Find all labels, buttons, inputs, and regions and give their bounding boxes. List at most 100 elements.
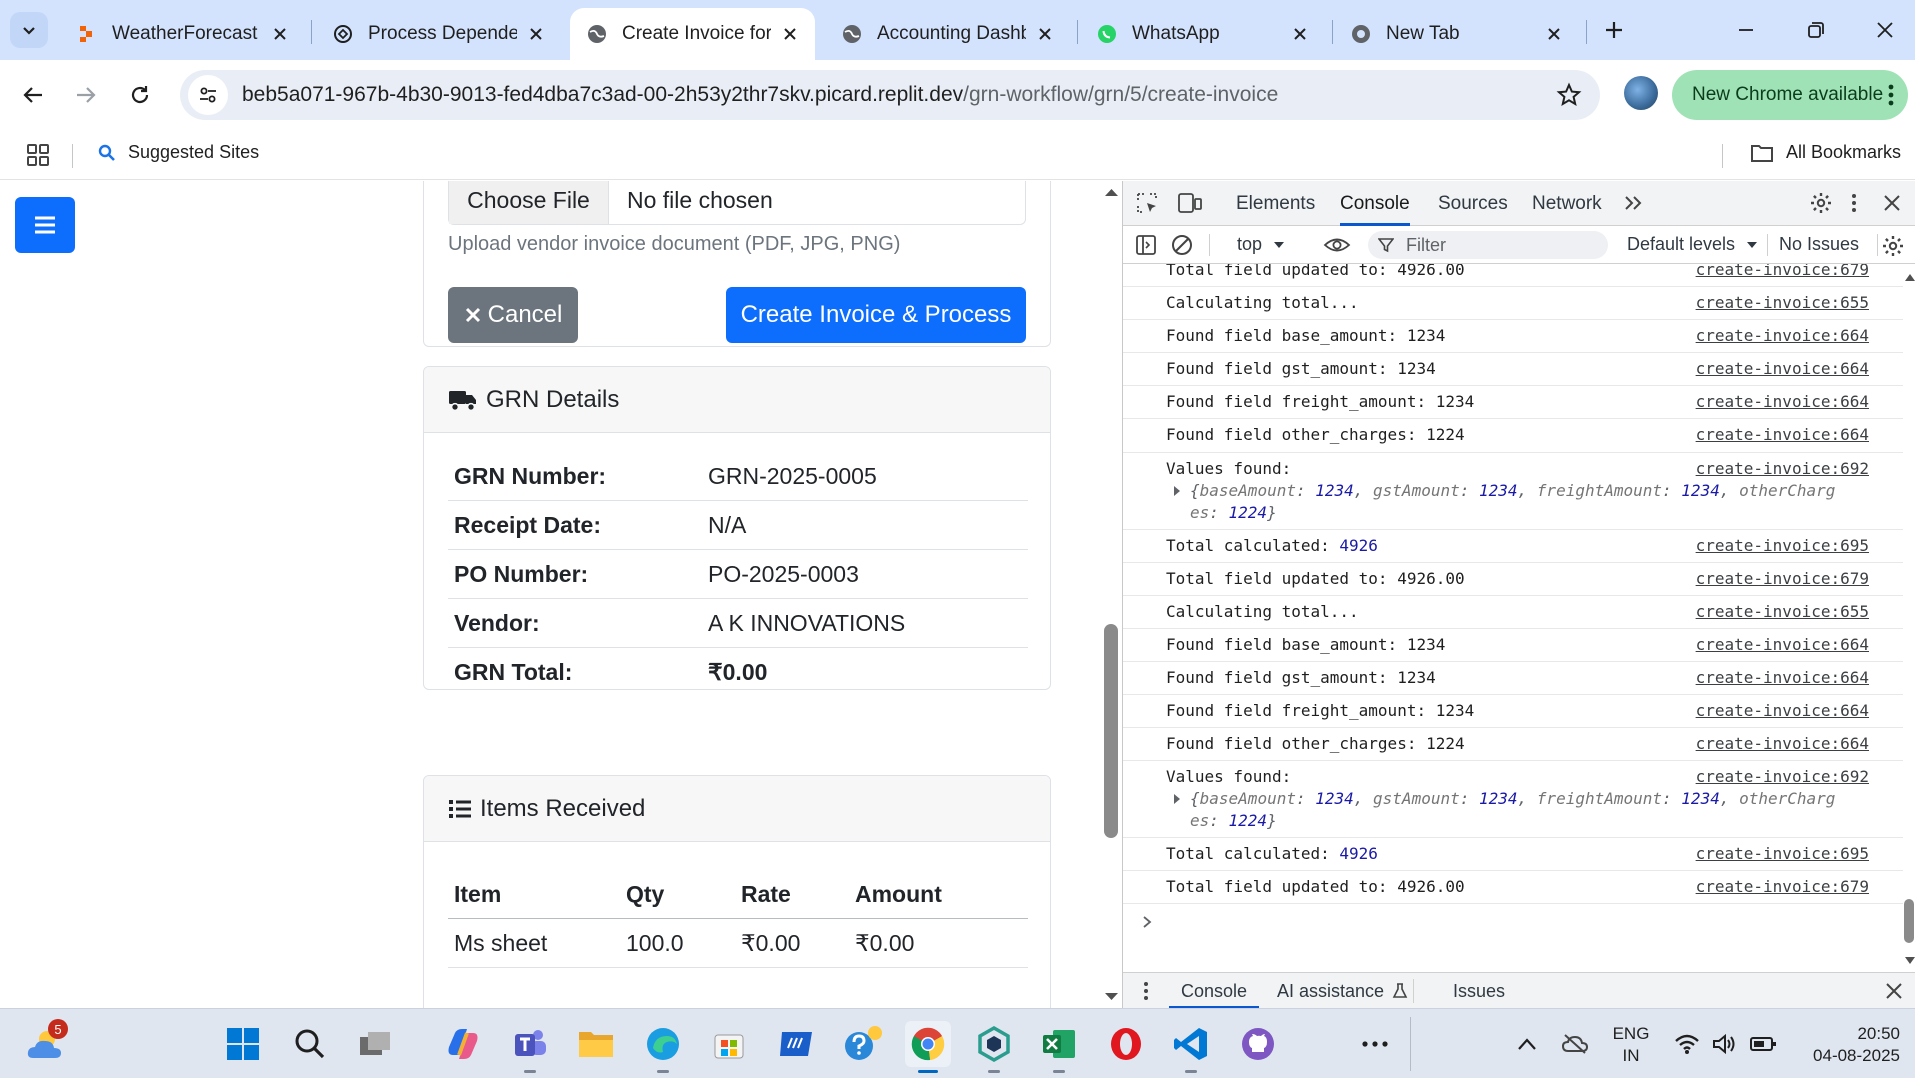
page-scrollbar[interactable] [1101,181,1122,1008]
taskbar-github-desktop[interactable] [1235,1021,1281,1067]
page-scroll-thumb[interactable] [1104,624,1118,838]
context-selector[interactable]: top [1237,234,1286,255]
apps-grid-icon[interactable] [26,143,50,172]
devtools-tab-console[interactable]: Console [1340,181,1410,226]
onedrive-tray-icon[interactable] [1552,1021,1598,1067]
tab-create-invoice[interactable]: Create Invoice for [570,8,815,60]
language-indicator[interactable]: ENG IN [1606,1023,1656,1067]
close-icon[interactable] [1543,23,1565,45]
log-source-link[interactable]: create-invoice:664 [1696,425,1869,444]
kebab-menu-icon[interactable] [1888,84,1894,112]
cancel-button[interactable]: Cancel [448,287,578,343]
log-source-link[interactable]: create-invoice:664 [1696,701,1869,720]
minimize-button[interactable] [1716,8,1776,52]
log-levels-dropdown[interactable]: Default levels [1627,234,1759,255]
log-source-link[interactable]: create-invoice:679 [1696,264,1869,279]
drawer-tab-console[interactable]: Console [1168,973,1260,1009]
reload-button[interactable] [121,76,159,114]
console-filter-input[interactable]: Filter [1368,231,1608,259]
bookmark-star-icon[interactable] [1556,82,1582,113]
object-preview[interactable]: {baseAmount: 1234, gstAmount: 1234, frei… [1190,481,1835,500]
restore-button[interactable] [1786,8,1846,52]
log-source-link[interactable]: create-invoice:655 [1696,602,1869,621]
address-bar[interactable]: beb5a071-967b-4b30-9013-fed4dba7c3ad-00-… [180,70,1600,120]
log-source-link[interactable]: create-invoice:692 [1696,459,1869,478]
issues-counter[interactable]: No Issues [1779,234,1859,255]
log-source-link[interactable]: create-invoice:655 [1696,293,1869,312]
close-icon[interactable] [269,23,291,45]
expand-object-icon[interactable] [1174,794,1180,804]
device-toolbar-icon[interactable] [1177,191,1203,215]
taskbar-get-help[interactable] [840,1021,886,1067]
log-source-link[interactable]: create-invoice:664 [1696,668,1869,687]
taskbar-vscode[interactable] [1168,1021,1214,1073]
taskbar-teams[interactable] [507,1021,553,1073]
create-invoice-button[interactable]: Create Invoice & Process [726,287,1026,343]
tab-process-dependencies[interactable]: Process Dependen [316,8,561,60]
taskbar-store[interactable] [706,1021,752,1067]
log-source-link[interactable]: create-invoice:664 [1696,359,1869,378]
tab-new-tab[interactable]: New Tab [1334,8,1579,60]
all-bookmarks-button[interactable]: All Bookmarks [1750,142,1901,163]
log-source-link[interactable]: create-invoice:679 [1696,877,1869,896]
close-icon[interactable] [525,23,547,45]
taskbar-file-explorer[interactable] [573,1021,619,1067]
devtools-tab-elements[interactable]: Elements [1236,181,1315,226]
tab-whatsapp[interactable]: WhatsApp [1080,8,1325,60]
taskbar-myhp[interactable] [773,1021,819,1067]
start-button[interactable] [220,1021,266,1067]
inspect-element-icon[interactable] [1135,191,1159,215]
devtools-tab-sources[interactable]: Sources [1438,181,1508,226]
taskbar-overflow[interactable] [1352,1021,1398,1067]
console-scroll-down-icon[interactable] [1904,953,1915,971]
console-scroll-up-icon[interactable] [1904,269,1915,287]
log-source-link[interactable]: create-invoice:679 [1696,569,1869,588]
log-source-link[interactable]: create-invoice:695 [1696,536,1869,555]
taskbar-search-button[interactable] [287,1021,333,1067]
scroll-down-arrow-icon[interactable] [1101,990,1122,1004]
console-settings-gear-icon[interactable] [1881,234,1905,258]
close-drawer-icon[interactable] [1885,982,1903,1000]
sidebar-toggle-icon[interactable] [1135,234,1157,256]
forward-button[interactable] [67,76,105,114]
task-view-button[interactable] [352,1021,398,1067]
back-button[interactable] [14,76,52,114]
more-tabs-icon[interactable] [1623,193,1643,213]
expand-object-icon[interactable] [1174,486,1180,496]
tab-accounting-dashboard[interactable]: Accounting Dashb [825,8,1070,60]
site-info-button[interactable] [188,75,228,115]
log-source-link[interactable]: create-invoice:664 [1696,326,1869,345]
clear-console-icon[interactable] [1171,234,1193,256]
log-source-link[interactable]: create-invoice:664 [1696,635,1869,654]
profile-avatar[interactable] [1624,76,1658,110]
log-source-link[interactable]: create-invoice:695 [1696,844,1869,863]
close-window-button[interactable] [1855,8,1915,52]
close-devtools-icon[interactable] [1883,194,1901,212]
drawer-tab-issues[interactable]: Issues [1453,973,1505,1009]
bookmark-suggested-sites[interactable]: Suggested Sites [98,142,259,163]
taskbar-copilot[interactable] [440,1021,486,1067]
log-source-link[interactable]: create-invoice:664 [1696,734,1869,753]
taskbar-excel[interactable] [1036,1021,1082,1073]
new-tab-button[interactable] [1597,12,1631,48]
log-source-link[interactable]: create-invoice:692 [1696,767,1869,786]
devtools-tab-network[interactable]: Network [1532,181,1602,226]
tab-weatherforecast[interactable]: WeatherForecast - [60,8,305,60]
show-hidden-icons-button[interactable] [1504,1021,1550,1067]
console-prompt[interactable] [1141,914,1153,933]
taskbar-chrome[interactable] [905,1021,951,1073]
scroll-up-arrow-icon[interactable] [1101,185,1122,199]
sidebar-toggle-button[interactable] [15,197,75,253]
taskbar-edge[interactable] [640,1021,686,1073]
clock[interactable]: 20:50 04-08-2025 [1790,1023,1900,1067]
object-preview[interactable]: {baseAmount: 1234, gstAmount: 1234, frei… [1190,789,1835,808]
new-chrome-available-button[interactable]: New Chrome available [1672,70,1908,120]
console-scroll-thumb[interactable] [1904,899,1914,943]
close-icon[interactable] [779,23,801,45]
invoice-file-input[interactable]: Choose File No file chosen [448,181,1026,225]
close-icon[interactable] [1034,23,1056,45]
choose-file-button[interactable]: Choose File [449,181,609,224]
taskbar-opera[interactable] [1103,1021,1149,1067]
tab-search-button[interactable] [10,12,48,48]
drawer-menu-icon[interactable] [1143,981,1149,1001]
